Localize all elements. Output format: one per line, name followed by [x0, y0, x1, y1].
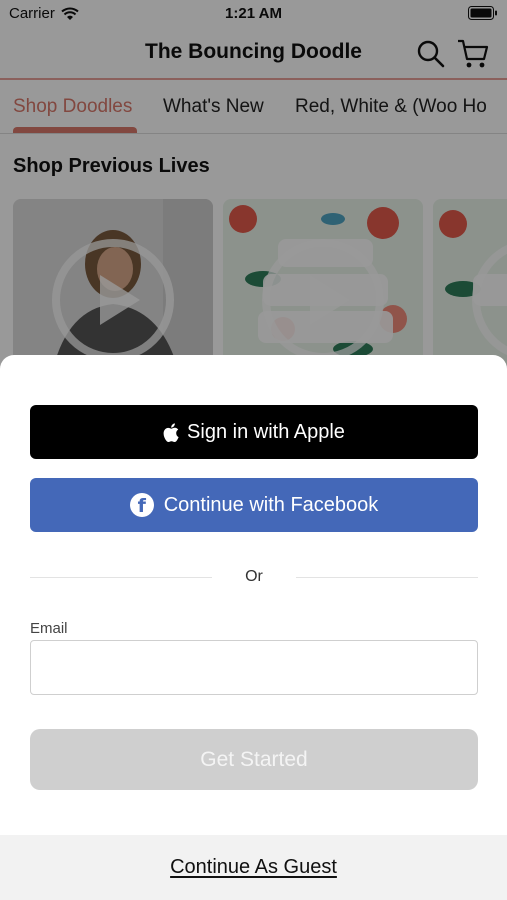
continue-as-guest-link[interactable]: Continue As Guest: [170, 856, 337, 879]
guest-bar: Continue As Guest: [0, 835, 507, 900]
divider-right: [296, 577, 478, 578]
sign-in-sheet: Sign in with Apple f Continue with Faceb…: [0, 355, 507, 900]
divider-left: [30, 577, 212, 578]
get-started-label: Get Started: [200, 747, 308, 771]
email-input[interactable]: [30, 640, 478, 695]
facebook-icon: f: [129, 493, 154, 517]
get-started-button[interactable]: Get Started: [30, 729, 478, 790]
or-divider-text: Or: [245, 568, 263, 585]
facebook-button-label: Continue with Facebook: [163, 493, 379, 516]
continue-with-facebook-button[interactable]: f Continue with Facebook: [30, 478, 478, 532]
sign-in-with-apple-button[interactable]: Sign in with Apple: [30, 405, 478, 459]
apple-button-label: Sign in with Apple: [187, 420, 345, 443]
apple-icon: [163, 422, 179, 442]
email-label: Email: [30, 620, 68, 637]
